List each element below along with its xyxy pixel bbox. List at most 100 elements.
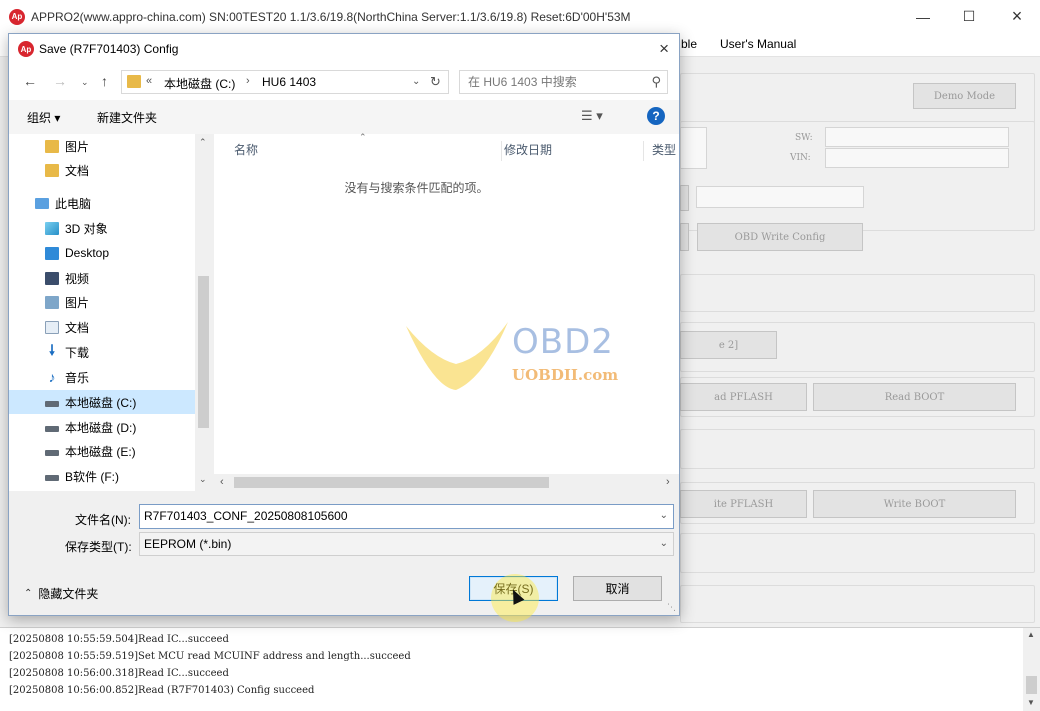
log-scroll-thumb[interactable]: [1026, 676, 1037, 694]
demo-mode-button[interactable]: Demo Mode: [913, 83, 1016, 109]
tree-item-3d-objects[interactable]: 3D 对象: [9, 216, 195, 240]
horizontal-scrollbar[interactable]: ‹ ›: [214, 474, 679, 491]
panel-8: [680, 585, 1035, 623]
log-area[interactable]: [20250808 10:55:59.504]Read IC...succeed…: [0, 627, 1040, 711]
tree-item-this-pc[interactable]: 此电脑: [9, 191, 195, 215]
resize-grip-icon[interactable]: ⋱: [667, 602, 676, 613]
filetype-label: 保存类型(T):: [65, 540, 132, 554]
obd-write-config-button[interactable]: OBD Write Config: [697, 223, 863, 251]
search-icon[interactable]: ⚲: [651, 74, 661, 90]
tree-item-label: Desktop: [65, 246, 110, 260]
empty-message: 没有与搜索条件匹配的项。: [344, 181, 489, 195]
scroll-up-icon[interactable]: ▲: [1027, 630, 1035, 639]
chevron-down-icon[interactable]: ⌄: [660, 510, 668, 521]
tree-item-desktop[interactable]: Desktop: [9, 241, 195, 265]
minimize-icon[interactable]: —: [900, 0, 946, 33]
sw-label: SW:: [795, 133, 813, 143]
chevron-left-icon[interactable]: ‹: [220, 476, 224, 488]
up-arrow-icon[interactable]: ↑: [101, 73, 108, 89]
tree-item-downloads[interactable]: 🠗 下载: [9, 340, 195, 364]
address-bar[interactable]: « 本地磁盘 (C:) › HU6 1403 ⌄ ↻: [121, 70, 449, 94]
chevron-down-icon[interactable]: ⌄: [412, 76, 420, 87]
hide-folders-button[interactable]: ⌃ 隐藏文件夹: [24, 585, 98, 602]
help-icon[interactable]: ?: [647, 107, 665, 125]
nav-scrollbar[interactable]: ⌃ ⌄: [195, 134, 212, 491]
tree-item-label: 本地磁盘 (E:): [65, 444, 136, 459]
refresh-icon[interactable]: ↻: [430, 74, 441, 90]
read-boot-button[interactable]: Read BOOT: [813, 383, 1016, 411]
partial-button[interactable]: [680, 185, 689, 211]
forward-arrow-icon[interactable]: →: [53, 73, 67, 89]
value-field[interactable]: [696, 186, 864, 208]
tree-item-label: 文档: [65, 163, 90, 178]
tree-item-label: 视频: [65, 271, 90, 286]
log-scrollbar[interactable]: ▲ ▼: [1023, 628, 1040, 711]
filename-input[interactable]: [144, 509, 649, 523]
menu-item-able[interactable]: ble: [681, 37, 697, 51]
chevron-up-icon: ⌃: [24, 588, 33, 599]
view-options-icon[interactable]: ☰ ▾: [581, 108, 603, 124]
column-header-name[interactable]: 名称: [234, 141, 502, 161]
chevron-right-icon[interactable]: ›: [666, 476, 670, 488]
vin-label: VIN:: [790, 153, 811, 163]
breadcrumb-drive[interactable]: 本地磁盘 (C:): [164, 75, 235, 92]
read-pflash-button[interactable]: ad PFLASH: [680, 383, 807, 411]
folder-icon: [45, 139, 59, 153]
tree-item-label: 图片: [65, 139, 90, 154]
tree-item-videos[interactable]: 视频: [9, 266, 195, 290]
tree-item-label: B软件 (F:): [65, 469, 119, 484]
param-button[interactable]: e 2]: [680, 331, 777, 359]
write-boot-button[interactable]: Write BOOT: [813, 490, 1016, 518]
tree-item-label: 音乐: [65, 370, 90, 385]
column-header-type[interactable]: 类型: [652, 141, 692, 161]
new-folder-button[interactable]: 新建文件夹: [97, 109, 157, 126]
partial-button-2[interactable]: [680, 223, 689, 251]
dialog-navbar: ← → ⌄ ↑ « 本地磁盘 (C:) › HU6 1403 ⌄ ↻ ⚲: [9, 64, 679, 100]
search-input[interactable]: [468, 75, 638, 89]
navigation-pane: 图片 文档 此电脑 3D 对象 Desktop 视频 图片 文档 🠗 下载 ♪ 音乐…: [9, 134, 212, 491]
chevron-up-icon[interactable]: ⌃: [199, 137, 207, 148]
breadcrumb-overflow[interactable]: «: [146, 75, 152, 87]
filename-field[interactable]: ⌄: [139, 504, 674, 529]
horizontal-scroll-thumb[interactable]: [234, 477, 549, 488]
column-header-date[interactable]: 修改日期: [504, 141, 644, 161]
back-arrow-icon[interactable]: ←: [23, 73, 37, 89]
drive-icon: [45, 401, 59, 407]
tree-item-drive-e[interactable]: 本地磁盘 (E:): [9, 439, 195, 463]
chevron-down-icon[interactable]: ⌄: [660, 538, 668, 549]
cancel-button[interactable]: 取消: [573, 576, 662, 601]
picture-icon: [45, 295, 59, 309]
tree-item-label: 下载: [65, 345, 90, 360]
breadcrumb-folder[interactable]: HU6 1403: [262, 75, 316, 89]
log-line: [20250808 10:55:59.504]Read IC...succeed: [9, 634, 229, 645]
tree-item-pictures[interactable]: 图片: [9, 134, 195, 158]
maximize-icon[interactable]: ☐: [946, 0, 992, 33]
close-icon[interactable]: ×: [994, 0, 1040, 33]
dialog-close-icon[interactable]: ×: [659, 39, 669, 59]
desktop-icon: [45, 246, 59, 260]
file-list-pane: ⌃ 名称 修改日期 类型 没有与搜索条件匹配的项。 ‹ ›: [214, 132, 679, 491]
tree-item-documents[interactable]: 文档: [9, 158, 195, 182]
menu-item-users-manual[interactable]: User's Manual: [720, 37, 796, 51]
tree-item-drive-c[interactable]: 本地磁盘 (C:): [9, 390, 195, 414]
save-dialog: Ap Save (R7F701403) Config × ← → ⌄ ↑ « 本…: [8, 33, 680, 616]
tree-item-music[interactable]: ♪ 音乐: [9, 365, 195, 389]
breadcrumb-separator[interactable]: ›: [246, 75, 250, 87]
vin-field: [825, 148, 1009, 168]
recent-locations-icon[interactable]: ⌄: [81, 77, 89, 88]
tree-item-pictures-2[interactable]: 图片: [9, 290, 195, 314]
chevron-down-icon[interactable]: ⌄: [199, 474, 207, 485]
scroll-down-icon[interactable]: ▼: [1027, 698, 1035, 707]
filetype-select[interactable]: EEPROM (*.bin) ⌄: [139, 532, 674, 556]
organize-button[interactable]: 组织 ▾: [27, 109, 60, 126]
panel-5: [680, 429, 1035, 469]
tree-item-documents-2[interactable]: 文档: [9, 315, 195, 339]
write-pflash-button[interactable]: ite PFLASH: [680, 490, 807, 518]
search-box[interactable]: ⚲: [459, 70, 668, 94]
tree-item-drive-d[interactable]: 本地磁盘 (D:): [9, 415, 195, 439]
tree-item-label: 图片: [65, 295, 90, 310]
tree-item-drive-f[interactable]: B软件 (F:): [9, 464, 195, 488]
nav-scroll-thumb[interactable]: [198, 276, 209, 428]
app-title: APPRO2(www.appro-china.com) SN:00TEST20 …: [31, 9, 631, 24]
video-icon: [45, 271, 59, 285]
